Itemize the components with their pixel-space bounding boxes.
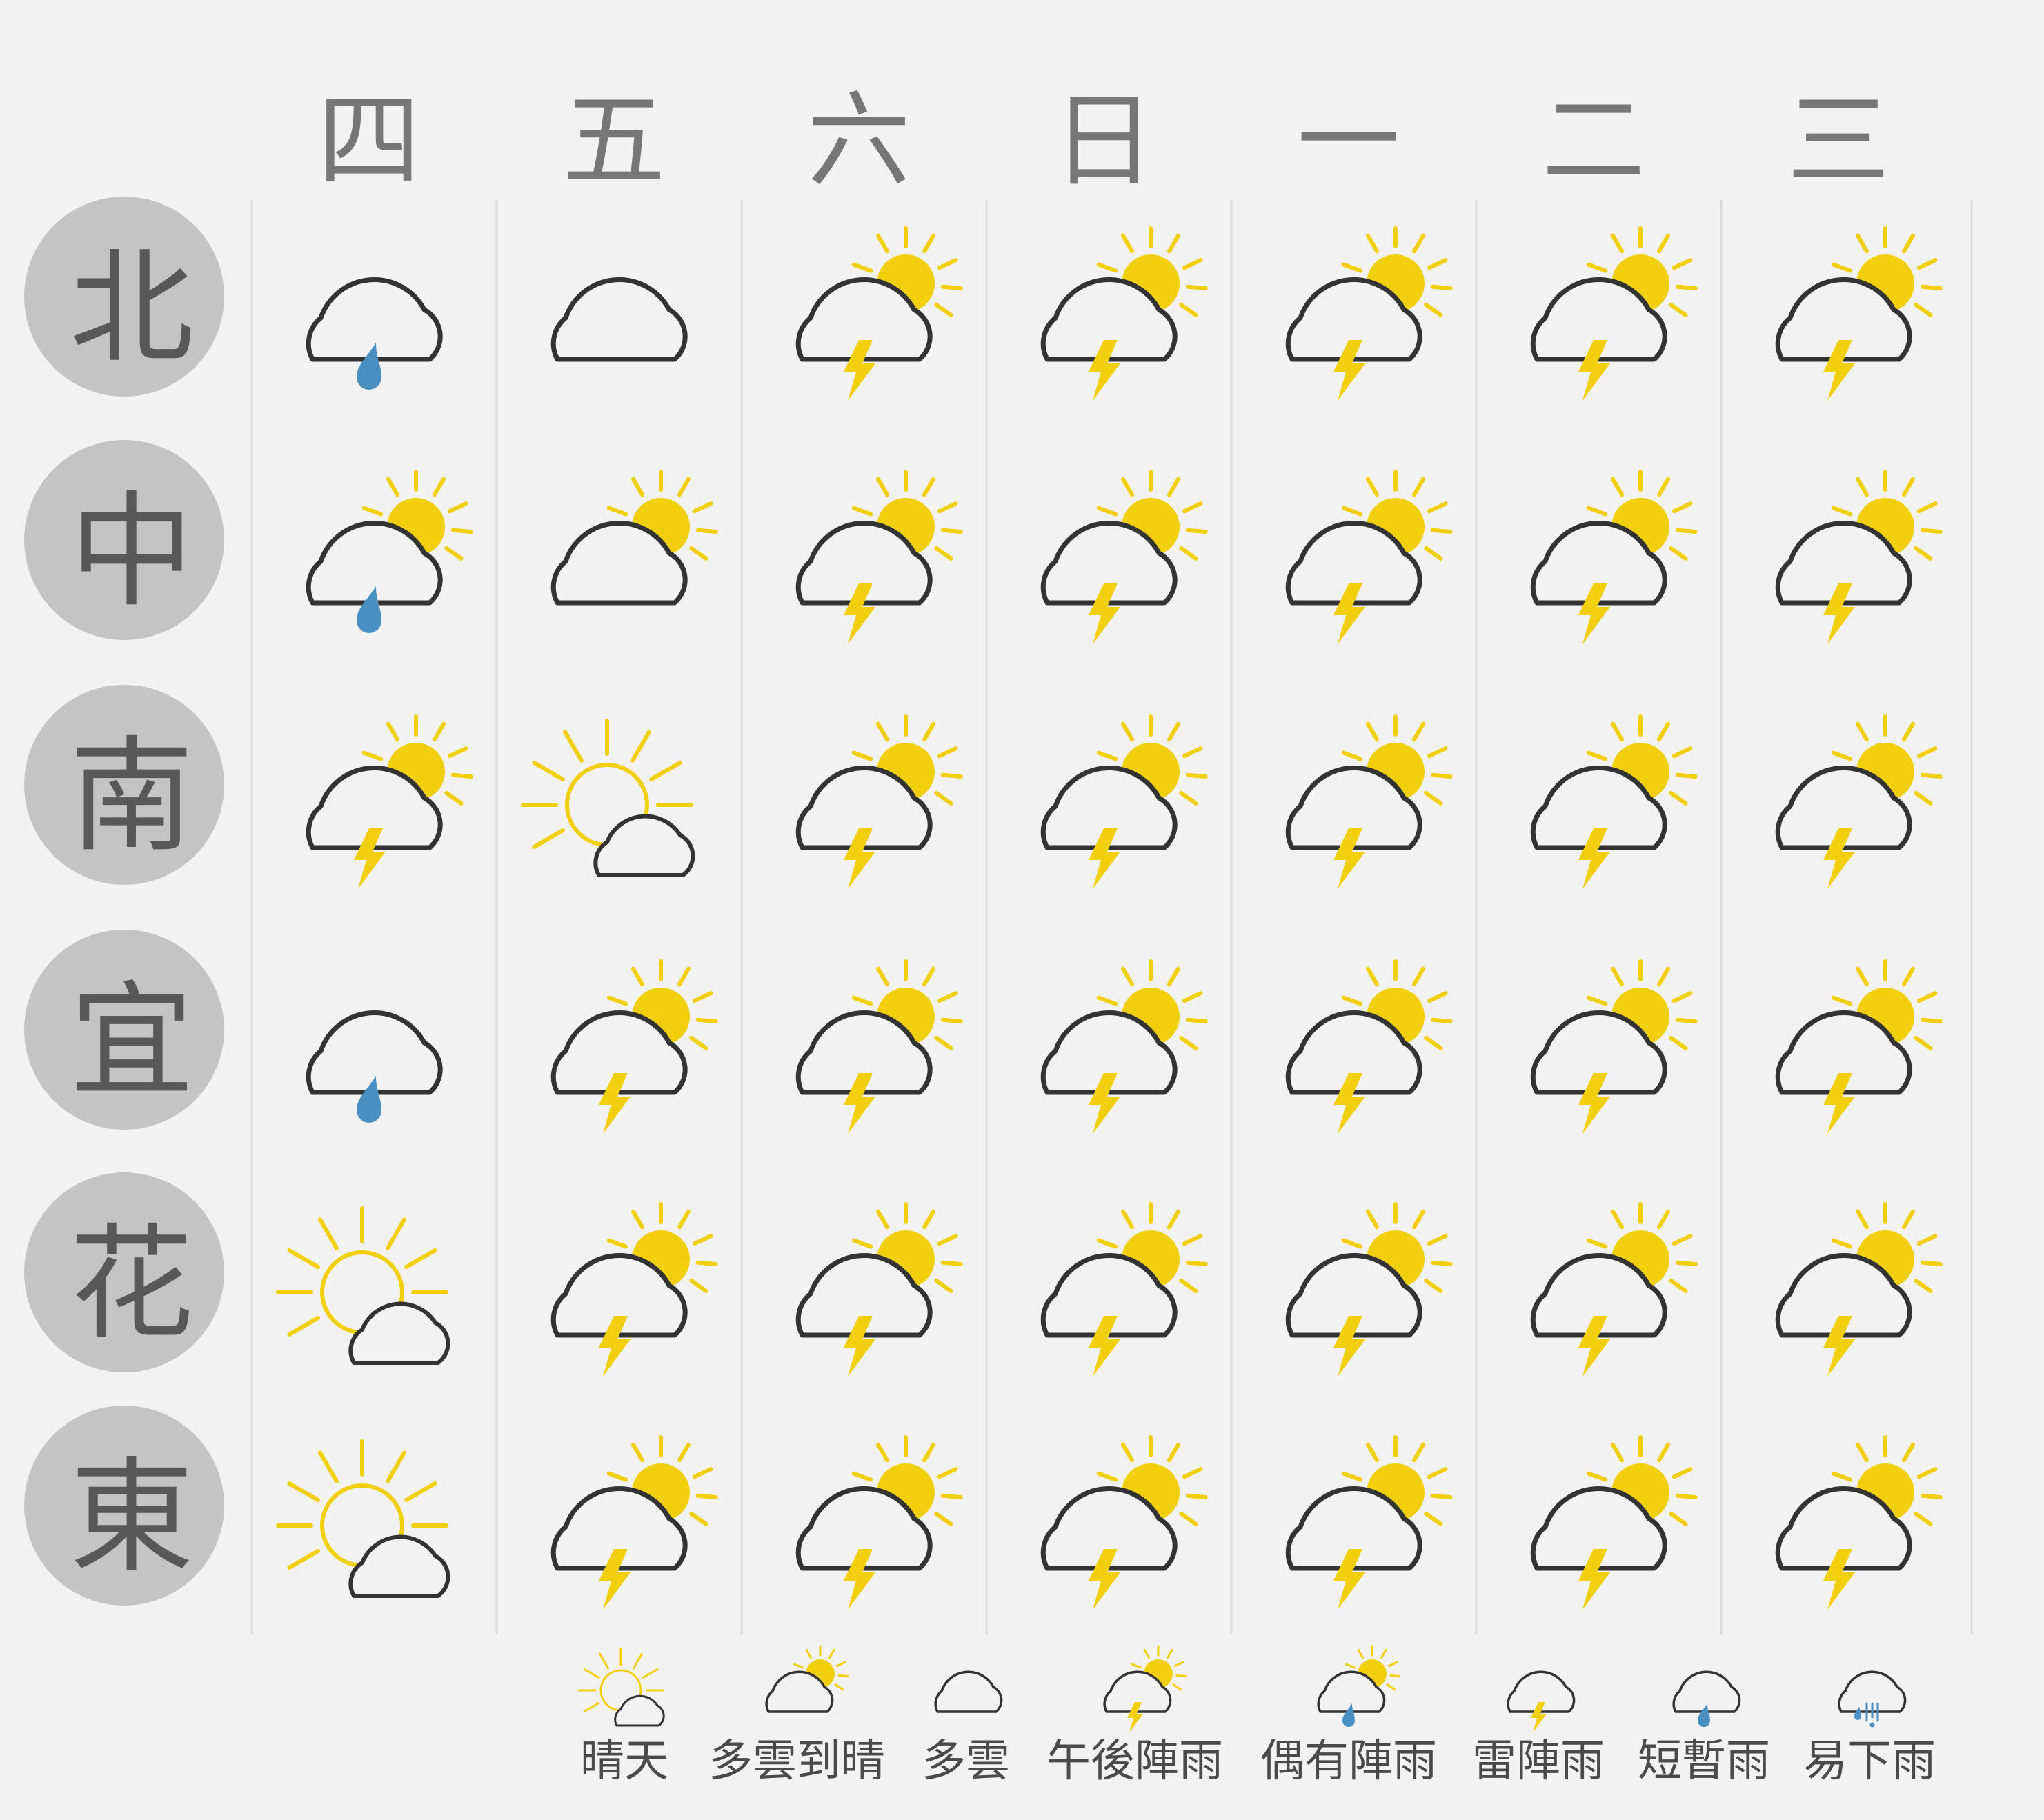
- pm-thunder-weather-icon: [1775, 959, 1943, 1134]
- pm-thunder-weather-icon: [1530, 1435, 1698, 1610]
- pm-thunder-weather-icon: [795, 714, 963, 889]
- sunny-weather-icon: [276, 1439, 450, 1598]
- pm-thunder-weather-icon: [1530, 714, 1698, 889]
- pm-thunder-weather-icon: [1040, 470, 1208, 644]
- day-header: 三: [1786, 81, 1890, 201]
- region-label: 中: [69, 479, 194, 624]
- day-header: 四: [317, 81, 421, 201]
- pm-thunder-weather-icon: [1040, 959, 1208, 1134]
- pm-thunder-weather-icon: [1775, 470, 1943, 644]
- day-header: 一: [1296, 81, 1400, 201]
- region-label: 南: [69, 724, 194, 869]
- day-header: 六: [806, 81, 911, 201]
- heavy-rain-legend-icon: [1838, 1670, 1907, 1728]
- rain-weather-icon: [306, 277, 443, 390]
- pm-thunder-weather-icon: [306, 714, 473, 889]
- pm-thunder-weather-icon: [1285, 470, 1453, 644]
- legend-label: 午後陣雨: [1046, 1736, 1223, 1787]
- pm-thunder-weather-icon: [1285, 714, 1453, 889]
- pm-thunder-weather-icon: [1530, 226, 1698, 401]
- pm-thunder-weather-icon: [795, 1202, 963, 1377]
- pm-thunder-weather-icon: [1040, 226, 1208, 401]
- occasional-rain-weather-icon: [306, 470, 473, 633]
- pm-thunder-weather-icon: [1040, 1435, 1208, 1610]
- rain-legend-icon: [1672, 1670, 1741, 1727]
- pm-thunder-weather-icon: [1530, 1202, 1698, 1377]
- pm-thunder-weather-icon: [795, 959, 963, 1134]
- pm-thunder-weather-icon: [1775, 226, 1943, 401]
- cloudy-weather-icon: [550, 277, 688, 362]
- region-badge: 南: [24, 685, 224, 885]
- pm-thunder-weather-icon: [1285, 226, 1453, 401]
- day-header: 二: [1541, 81, 1645, 201]
- sunny-weather-icon: [521, 719, 695, 877]
- pm-thunder-weather-icon: [795, 226, 963, 401]
- sunny-weather-icon: [276, 1206, 450, 1365]
- occasional-rain-legend-icon: [1317, 1645, 1401, 1727]
- day-header: 五: [562, 81, 666, 201]
- day-header: 日: [1051, 81, 1155, 201]
- legend-label: 易下雨: [1803, 1736, 1936, 1787]
- region-label: 宜: [69, 969, 194, 1114]
- region-badge: 中: [24, 440, 224, 640]
- pm-thunder-weather-icon: [1040, 714, 1208, 889]
- rain-weather-icon: [306, 1010, 443, 1123]
- pm-thunder-weather-icon: [795, 470, 963, 644]
- pm-thunder-weather-icon: [550, 959, 718, 1134]
- cloudy-to-sunny-legend-icon: [765, 1645, 849, 1713]
- pm-thunder-weather-icon: [1285, 1435, 1453, 1610]
- legend-label: 偶有陣雨: [1260, 1736, 1437, 1787]
- pm-thunder-weather-icon: [1530, 959, 1698, 1134]
- pm-thunder-weather-icon: [1775, 1435, 1943, 1610]
- pm-thunder-legend-icon: [1103, 1645, 1187, 1732]
- region-label: 北: [69, 236, 194, 381]
- pm-thunder-weather-icon: [1040, 1202, 1208, 1377]
- region-badge: 東: [24, 1406, 224, 1606]
- pm-thunder-weather-icon: [1285, 959, 1453, 1134]
- pm-thunder-weather-icon: [550, 1435, 718, 1610]
- region-badge: 宜: [24, 930, 224, 1130]
- forecast-grid: [250, 200, 1973, 1732]
- region-badge: 北: [24, 197, 224, 397]
- region-label: 花: [69, 1212, 194, 1357]
- pm-thunder-weather-icon: [550, 1202, 718, 1377]
- region-label: 東: [69, 1445, 194, 1590]
- pm-thunder-weather-icon: [1285, 1202, 1453, 1377]
- sunny-legend-icon: [577, 1647, 665, 1727]
- pm-thunder-weather-icon: [1775, 714, 1943, 889]
- region-badge: 花: [24, 1172, 224, 1372]
- cloudy-legend-icon: [934, 1670, 1003, 1713]
- cloudy-to-sunny-weather-icon: [550, 470, 718, 606]
- pm-thunder-weather-icon: [1530, 470, 1698, 644]
- thunder-legend-icon: [1507, 1670, 1576, 1732]
- pm-thunder-weather-icon: [795, 1435, 963, 1610]
- pm-thunder-weather-icon: [1775, 1202, 1943, 1377]
